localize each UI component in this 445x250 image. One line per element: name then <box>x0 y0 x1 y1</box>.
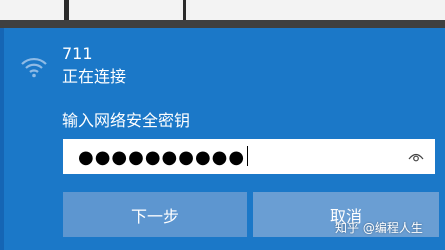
eye-icon[interactable] <box>408 151 424 163</box>
wifi-connect-flyout: 711 正在连接 输入网络安全密钥 ●●●●●●●●●● 下一步 取消 知乎 @… <box>0 0 445 250</box>
password-mask: ●●●●●●●●●● <box>78 147 246 168</box>
security-key-input[interactable]: ●●●●●●●●●● <box>63 139 435 174</box>
flyout-top-border <box>0 20 445 28</box>
next-button[interactable]: 下一步 <box>63 192 247 237</box>
background-window <box>0 0 445 20</box>
password-mask-container: ●●●●●●●●●● <box>78 146 249 169</box>
network-name: 711 <box>62 44 93 63</box>
watermark: 知乎 @编程人生 <box>335 221 423 235</box>
security-key-label: 输入网络安全密钥 <box>62 111 191 130</box>
wifi-icon <box>21 57 47 78</box>
text-caret <box>247 146 249 166</box>
background-divider <box>183 0 186 20</box>
connection-status: 正在连接 <box>62 67 127 86</box>
background-divider <box>64 0 69 20</box>
flyout-left-edge <box>0 28 4 250</box>
